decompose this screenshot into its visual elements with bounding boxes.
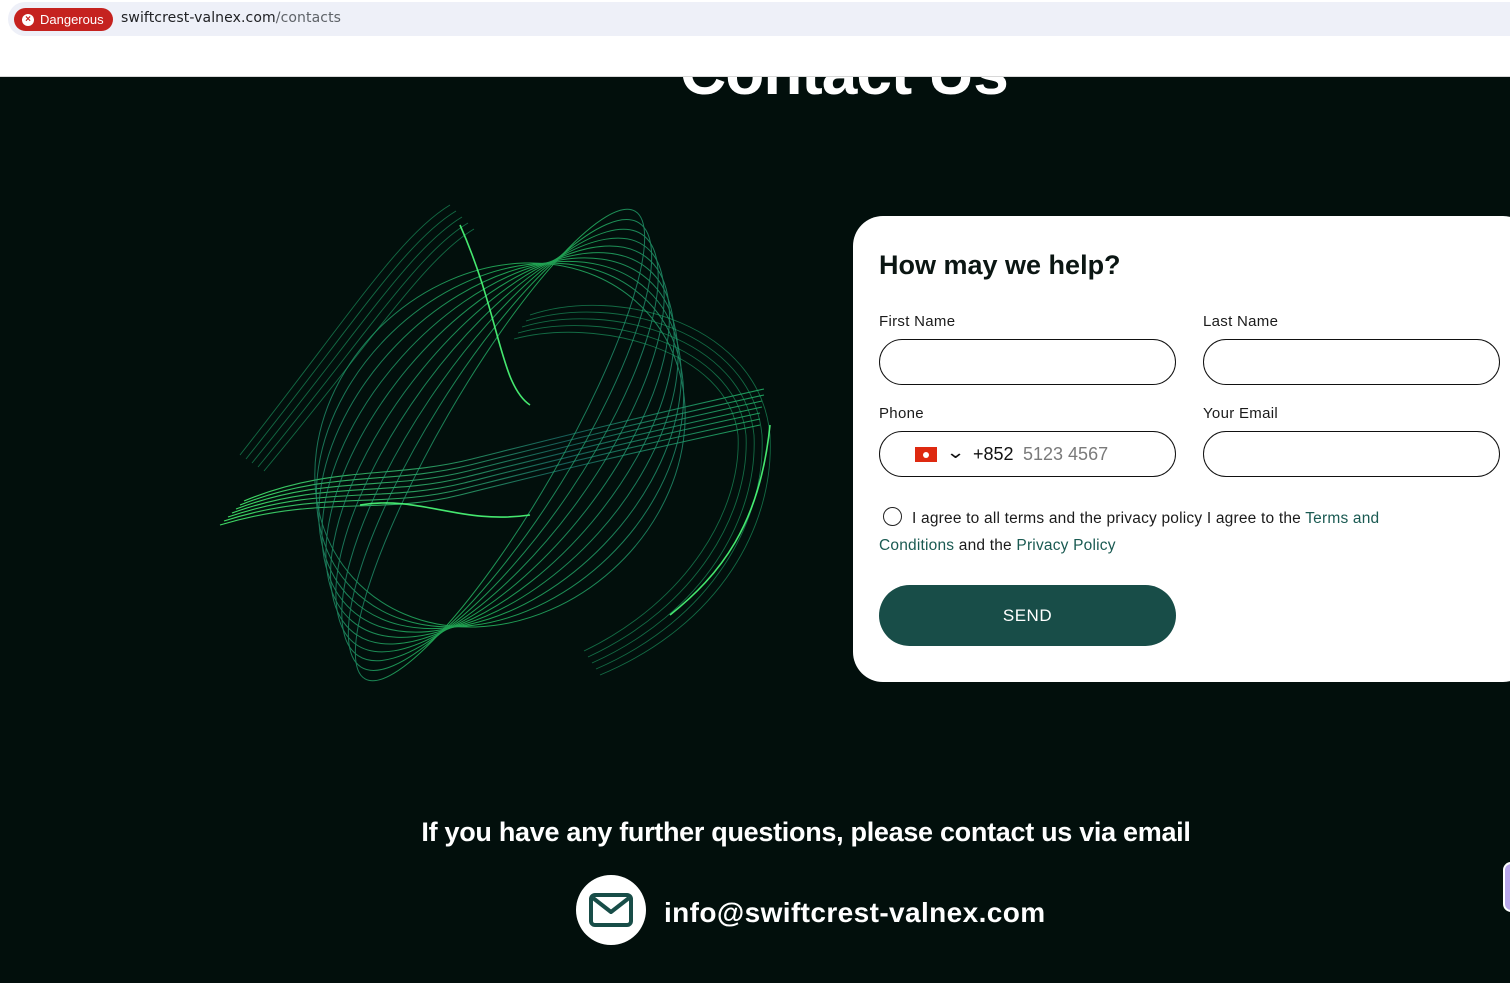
email-label: Your Email — [1203, 405, 1278, 422]
browser-address-bar: × Dangerous swiftcrest-valnex.com/contac… — [0, 0, 1510, 38]
privacy-link[interactable]: Privacy Policy — [1016, 537, 1115, 554]
send-button[interactable]: SEND — [879, 585, 1176, 646]
mail-icon — [589, 893, 633, 927]
url-path: /contacts — [275, 10, 342, 26]
phone-label: Phone — [879, 405, 924, 422]
site-header — [0, 38, 1510, 77]
contact-form-card: How may we help? First Name Last Name Ph… — [853, 216, 1510, 682]
first-name-field[interactable] — [879, 339, 1176, 385]
first-name-label: First Name — [879, 313, 956, 330]
email-field[interactable] — [1203, 431, 1500, 477]
agree-text-1: I agree to all terms and the privacy pol… — [912, 510, 1301, 527]
form-title: How may we help? — [879, 250, 1121, 280]
phone-country-code: +852 — [973, 444, 1014, 464]
contact-email[interactable]: info@swiftcrest-valnex.com — [664, 897, 1046, 929]
url-domain: swiftcrest-valnex.com — [121, 10, 276, 26]
wave-illustration — [219, 204, 771, 682]
side-widget[interactable] — [1503, 862, 1510, 912]
mail-icon-circle — [576, 875, 646, 945]
last-name-field[interactable] — [1203, 339, 1500, 385]
last-name-label: Last Name — [1203, 313, 1279, 330]
agree-text: I agree to all terms and the privacy pol… — [879, 505, 1459, 559]
security-badge[interactable]: × Dangerous — [14, 8, 113, 31]
agree-text-2: and the — [958, 537, 1012, 554]
contact-question: If you have any further questions, pleas… — [421, 817, 1191, 847]
phone-input[interactable] — [1023, 444, 1163, 465]
security-badge-label: Dangerous — [40, 12, 104, 27]
chevron-down-icon[interactable]: ⌄ — [946, 442, 966, 463]
close-icon: × — [22, 13, 34, 26]
hk-flag-icon[interactable] — [915, 447, 937, 462]
phone-field[interactable]: ⌄ +852 — [879, 431, 1176, 477]
url-text[interactable]: swiftcrest-valnex.com/contacts — [121, 10, 341, 26]
page-title: Contact Us — [680, 77, 1009, 109]
contact-page: Contact Us — [0, 77, 1510, 983]
